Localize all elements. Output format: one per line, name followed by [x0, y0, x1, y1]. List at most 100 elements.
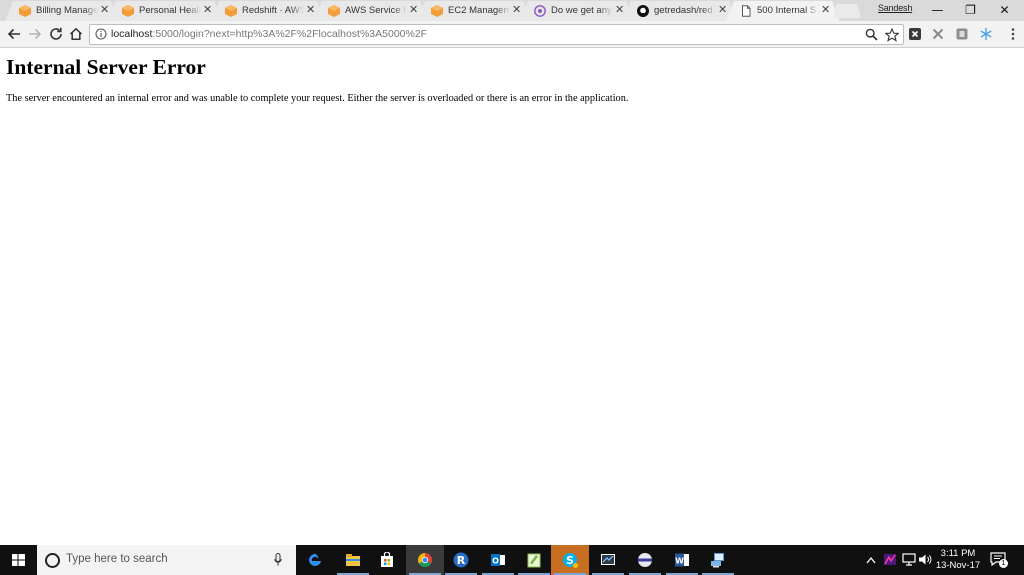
tab-aws-service-health[interactable]: AWS Service H ✕	[314, 1, 428, 21]
word-icon: W	[675, 553, 689, 567]
minimize-button[interactable]: —	[921, 0, 954, 20]
browser-toolbar: localhost:5000/login?next=http%3A%2F%2Fl…	[0, 21, 1024, 48]
tab-forum[interactable]: Do we get any ✕	[520, 1, 634, 21]
chrome-icon	[418, 553, 432, 567]
url-path: :5000/login?next=http%3A%2F%2Flocalhost%…	[152, 28, 428, 40]
file-explorer-icon	[346, 554, 360, 566]
aws-cube-icon	[122, 5, 134, 17]
chevron-up-icon[interactable]	[866, 556, 876, 564]
r-icon: R	[453, 552, 469, 568]
remote-desktop-app[interactable]	[699, 545, 737, 575]
close-window-button[interactable]: ✕	[988, 0, 1021, 20]
tab-close-icon[interactable]: ✕	[512, 3, 521, 16]
tab-title: Personal Healt	[139, 5, 201, 16]
notepad-plus-icon	[527, 553, 541, 568]
tab-close-icon[interactable]: ✕	[409, 3, 418, 16]
tab-title: getredash/red	[654, 5, 716, 16]
svg-text:O: O	[492, 557, 499, 566]
tab-title: AWS Service H	[345, 5, 407, 16]
tab-500-error[interactable]: 500 Internal S ✕	[726, 1, 840, 22]
notification-center-button[interactable]: 1	[990, 552, 1008, 568]
tab-close-icon[interactable]: ✕	[306, 3, 315, 16]
r-app[interactable]: R	[442, 545, 480, 575]
notification-count-badge: 1	[999, 559, 1008, 568]
new-tab-button[interactable]	[833, 4, 861, 18]
info-icon[interactable]	[95, 28, 107, 40]
tab-title: 500 Internal S	[757, 5, 819, 16]
store-app[interactable]	[368, 545, 406, 575]
address-bar[interactable]: localhost:5000/login?next=http%3A%2F%2Fl…	[89, 24, 904, 45]
tab-close-icon[interactable]: ✕	[615, 3, 624, 16]
tab-close-icon[interactable]: ✕	[718, 3, 727, 16]
browser-window: Billing Manage ✕ Personal Healt ✕ Redshi…	[0, 0, 1024, 575]
notepad-plus-app[interactable]	[515, 545, 553, 575]
tab-github[interactable]: getredash/red ✕	[623, 1, 737, 21]
windows-taskbar: Type here to search R O S W 3:11 PM 13-N…	[0, 545, 1024, 575]
tab-personal-health[interactable]: Personal Healt ✕	[108, 1, 222, 21]
svg-text:W: W	[675, 557, 684, 566]
media-player-icon	[638, 553, 652, 567]
url-text[interactable]: localhost:5000/login?next=http%3A%2F%2Fl…	[111, 28, 427, 40]
reload-icon[interactable]	[48, 26, 64, 42]
tab-title: Billing Manage	[36, 5, 98, 16]
tab-ec2-management[interactable]: EC2 Managem ✕	[417, 1, 531, 21]
bookmark-star-icon[interactable]	[885, 28, 899, 42]
aws-cube-icon	[19, 5, 31, 17]
system-clock[interactable]: 3:11 PM 13-Nov-17	[932, 548, 984, 572]
error-message: The server encountered an internal error…	[6, 93, 629, 104]
aws-cube-icon	[225, 5, 237, 17]
clock-time: 3:11 PM	[940, 548, 976, 559]
word-app[interactable]: W	[663, 545, 701, 575]
extension-x-icon[interactable]	[908, 27, 922, 41]
forward-arrow-icon[interactable]	[27, 26, 43, 42]
screen-capture-app[interactable]	[589, 545, 627, 575]
page-icon	[742, 5, 751, 17]
outlook-icon: O	[491, 554, 505, 566]
url-host: localhost	[111, 28, 153, 40]
extension-square-icon[interactable]	[955, 27, 969, 41]
aws-cube-icon	[431, 5, 443, 17]
svg-text:R: R	[457, 554, 466, 567]
svg-text:S: S	[566, 554, 574, 567]
microphone-icon[interactable]	[274, 553, 282, 566]
taskbar-search-box[interactable]: Type here to search	[37, 545, 296, 575]
home-icon[interactable]	[68, 26, 84, 42]
outlook-app[interactable]: O	[479, 545, 517, 575]
aws-cube-icon	[328, 5, 340, 17]
github-icon	[637, 5, 649, 17]
windows-start-icon[interactable]	[0, 545, 37, 575]
clock-date: 13-Nov-17	[935, 560, 981, 571]
screen-capture-icon	[601, 554, 615, 565]
tab-title: Do we get any	[551, 5, 613, 16]
tab-redshift[interactable]: Redshift · AWS ✕	[211, 1, 325, 21]
skype-icon: S	[563, 553, 578, 568]
network-activity-icon[interactable]	[883, 553, 897, 566]
tab-close-icon[interactable]: ✕	[821, 3, 830, 16]
chrome-app[interactable]	[406, 545, 444, 575]
back-arrow-icon[interactable]	[6, 26, 22, 42]
tab-close-icon[interactable]: ✕	[100, 3, 109, 16]
snowflake-icon[interactable]	[979, 27, 993, 41]
tab-strip: Billing Manage ✕ Personal Healt ✕ Redshi…	[0, 0, 1024, 22]
edge-app[interactable]	[296, 545, 334, 575]
display-icon[interactable]	[902, 553, 916, 566]
restore-button[interactable]: ❐	[954, 0, 987, 20]
tab-title: Redshift · AWS	[242, 5, 304, 16]
menu-dots-icon[interactable]	[1006, 27, 1020, 41]
extension-close-icon[interactable]	[931, 27, 945, 41]
store-icon	[381, 552, 393, 567]
cortana-icon	[45, 553, 60, 568]
page-content: Internal Server Error The server encount…	[0, 49, 1024, 545]
zoom-icon[interactable]	[865, 28, 878, 41]
page-title: Internal Server Error	[6, 55, 206, 79]
tab-title: EC2 Managem	[448, 5, 510, 16]
profile-button[interactable]: Sandesh	[878, 3, 912, 13]
tab-billing[interactable]: Billing Manage ✕	[5, 1, 119, 21]
skype-app[interactable]: S	[551, 545, 589, 575]
volume-icon[interactable]	[918, 553, 932, 566]
edge-icon	[309, 554, 321, 566]
search-placeholder: Type here to search	[66, 553, 168, 565]
tab-close-icon[interactable]: ✕	[203, 3, 212, 16]
file-explorer-app[interactable]	[334, 545, 372, 575]
media-player-app[interactable]	[626, 545, 664, 575]
